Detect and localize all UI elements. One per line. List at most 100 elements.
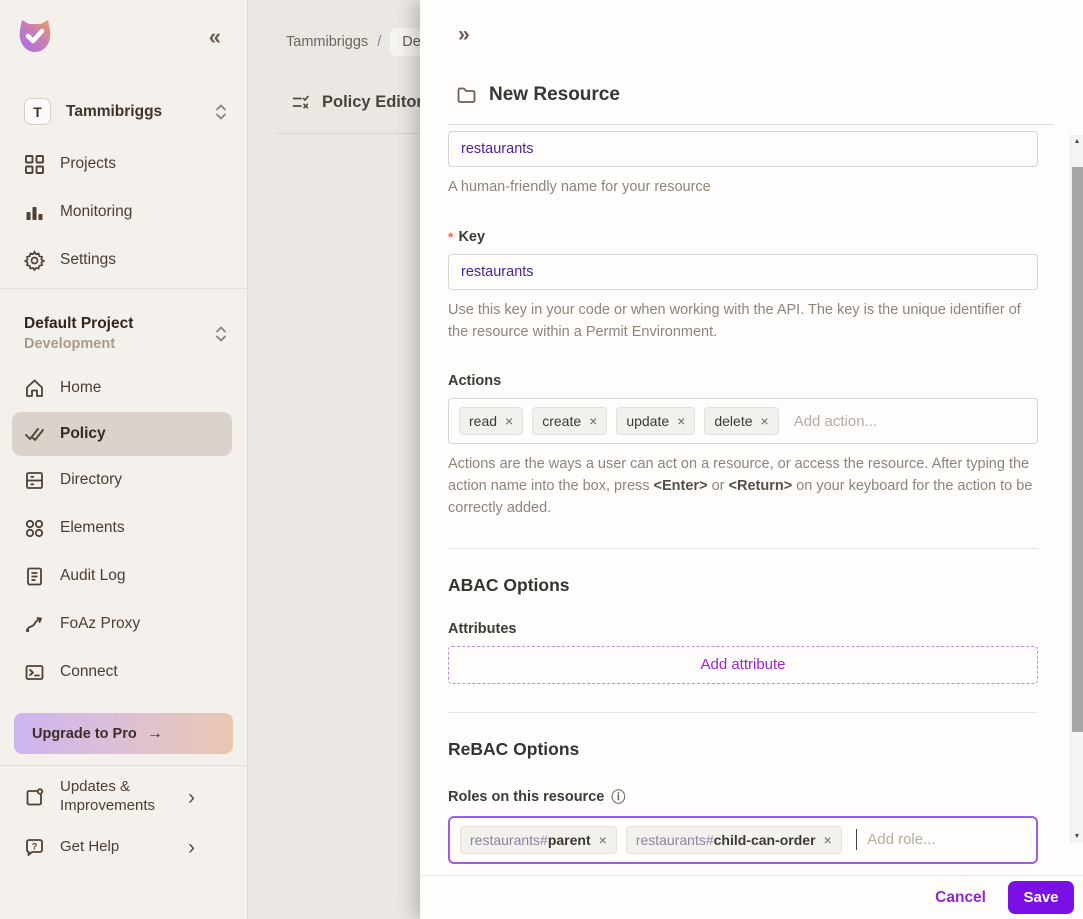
project-switcher[interactable]: Default Project Development <box>24 315 227 352</box>
sidebar-item-home[interactable]: Home <box>0 364 247 412</box>
sidebar-item-label: Monitoring <box>60 203 133 220</box>
sidebar-item-label: Home <box>60 379 102 396</box>
chevron-right-icon: › <box>188 835 195 859</box>
drawer-footer: Cancel Save <box>420 875 1083 919</box>
actions-label: Actions <box>448 373 502 390</box>
scrollbar-thumb[interactable] <box>1072 167 1083 732</box>
role-tag: restaurants# parent × <box>460 825 617 854</box>
project-name: Default Project <box>24 315 134 332</box>
sidebar-item-elements[interactable]: Elements <box>0 504 247 552</box>
sidebar-item-projects[interactable]: Projects <box>0 140 247 188</box>
svg-text:?: ? <box>32 841 38 851</box>
terminal-icon <box>25 664 44 680</box>
info-icon[interactable]: ⓘ <box>611 787 625 807</box>
upgrade-label: Upgrade to Pro <box>32 725 137 742</box>
action-tag: create × <box>532 407 608 436</box>
remove-tag-icon[interactable]: × <box>677 413 685 429</box>
actions-tag-input[interactable]: read × create × update × delete × Add ac… <box>448 398 1038 445</box>
sidebar-item-policy[interactable]: Policy <box>12 412 232 456</box>
key-help-text: Use this key in your code or when workin… <box>448 301 1021 340</box>
sidebar-item-label: Get Help <box>60 837 120 855</box>
action-tag: update × <box>616 407 696 436</box>
proxy-arrow-icon <box>25 616 42 632</box>
sidebar-collapse-button[interactable]: « <box>209 26 221 48</box>
elements-icon <box>25 519 44 537</box>
arrow-right-icon: → <box>146 724 163 742</box>
upgrade-to-pro-button[interactable]: Upgrade to Pro → <box>14 713 233 754</box>
key-label: * Key <box>448 228 486 245</box>
home-icon <box>26 379 43 397</box>
sidebar-item-get-help[interactable]: ? Get Help › <box>0 822 247 872</box>
drawer-scrollbar[interactable]: ▲ ▼ <box>1070 135 1083 843</box>
scroll-down-icon[interactable]: ▼ <box>1071 833 1083 840</box>
workspace-avatar: T <box>24 98 51 125</box>
role-tag: restaurants# child-can-order × <box>625 825 842 854</box>
new-resource-drawer: » New Resource restaurants A human-frien… <box>420 0 1083 919</box>
text-cursor <box>855 829 858 850</box>
sidebar-divider <box>0 765 247 766</box>
key-input-value: restaurants <box>461 263 534 280</box>
chevron-updown-icon <box>216 104 226 119</box>
bar-chart-icon <box>26 206 43 220</box>
abac-heading: ABAC Options <box>448 574 570 595</box>
section-divider <box>448 711 1038 713</box>
name-input-value: restaurants <box>461 141 534 157</box>
save-button[interactable]: Save <box>1008 881 1074 914</box>
scroll-up-icon[interactable]: ▲ <box>1071 138 1083 145</box>
sidebar-item-updates[interactable]: Updates & Improvements › <box>0 772 247 822</box>
sidebar-divider <box>0 288 247 289</box>
updates-icon <box>26 787 44 805</box>
permit-logo-icon <box>19 20 51 52</box>
drawer-title: New Resource <box>489 84 620 105</box>
sidebar-item-directory[interactable]: Directory <box>0 456 247 504</box>
tab-label: Policy Editor <box>322 93 423 111</box>
chevron-updown-icon <box>216 326 226 341</box>
policy-editor-icon <box>292 95 309 109</box>
audit-log-icon <box>27 567 42 585</box>
attributes-label: Attributes <box>448 620 517 637</box>
name-help-text: A human-friendly name for your resource <box>448 179 711 195</box>
folder-icon <box>457 87 476 103</box>
sidebar-item-label: Settings <box>60 251 117 268</box>
sidebar-item-label: Policy <box>60 425 106 442</box>
directory-icon <box>26 471 43 489</box>
cancel-button[interactable]: Cancel <box>935 889 986 907</box>
sidebar-item-label: Connect <box>60 663 118 680</box>
add-attribute-button[interactable]: Add attribute <box>448 645 1038 684</box>
remove-tag-icon[interactable]: × <box>505 413 513 429</box>
actions-help-text: Actions are the ways a user can act on a… <box>448 456 1033 516</box>
drawer-close-button[interactable]: » <box>458 23 470 46</box>
sidebar-item-settings[interactable]: Settings <box>0 236 247 284</box>
sidebar-item-connect[interactable]: Connect <box>0 648 247 696</box>
chevron-right-icon: › <box>188 785 195 809</box>
resource-form: restaurants A human-friendly name for yo… <box>420 125 1083 895</box>
roles-tag-input[interactable]: restaurants# parent × restaurants# child-c… <box>448 815 1038 864</box>
sidebar-item-audit-log[interactable]: Audit Log <box>0 552 247 600</box>
sidebar-item-label: FoAz Proxy <box>60 615 141 632</box>
roles-placeholder: Add role... <box>867 831 936 848</box>
required-asterisk: * <box>448 228 454 245</box>
name-input[interactable]: restaurants <box>448 131 1038 167</box>
key-input[interactable]: restaurants <box>448 253 1038 290</box>
workspace-switcher[interactable]: T Tammibriggs <box>24 98 227 125</box>
remove-tag-icon[interactable]: × <box>824 832 832 848</box>
project-environment: Development <box>24 336 116 352</box>
breadcrumb-separator: / <box>377 34 382 50</box>
remove-tag-icon[interactable]: × <box>589 413 597 429</box>
sidebar-item-foaz-proxy[interactable]: FoAz Proxy <box>0 600 247 648</box>
sidebar-item-label: Audit Log <box>60 567 126 584</box>
grid-icon <box>25 154 44 174</box>
double-check-icon <box>25 427 44 441</box>
actions-placeholder: Add action... <box>793 412 878 430</box>
workspace-name: Tammibriggs <box>66 102 163 120</box>
action-tag: read × <box>459 407 524 436</box>
sidebar-item-label: Directory <box>60 471 123 488</box>
sidebar-item-monitoring[interactable]: Monitoring <box>0 188 247 236</box>
help-bubble-icon: ? <box>26 838 43 856</box>
sidebar-item-label: Projects <box>60 155 116 172</box>
remove-tag-icon[interactable]: × <box>599 832 607 848</box>
remove-tag-icon[interactable]: × <box>761 413 769 429</box>
breadcrumb-root[interactable]: Tammibriggs <box>286 34 368 50</box>
section-divider <box>448 547 1038 549</box>
app-root: « T Tammibriggs Projects Monitoring Sett… <box>0 0 1083 919</box>
